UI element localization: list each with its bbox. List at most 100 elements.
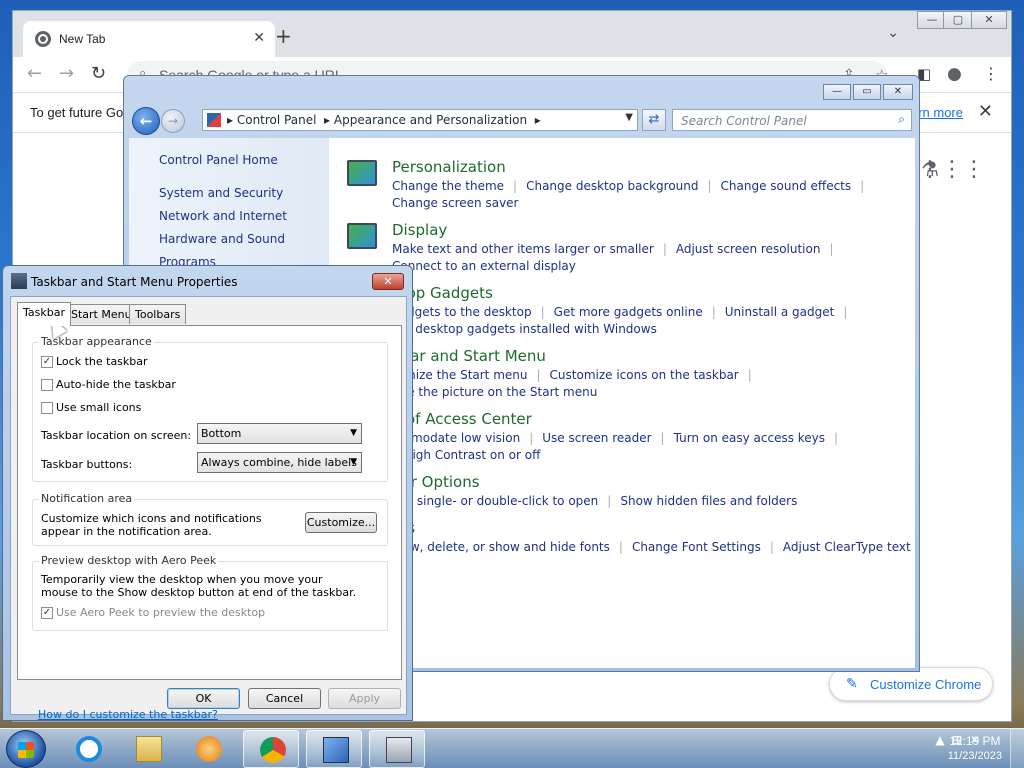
cp-close-button[interactable]: ✕ xyxy=(883,84,913,100)
category-links: Change the theme | Change desktop backgrou… xyxy=(392,179,865,210)
taskbar-pin-control-panel[interactable] xyxy=(306,730,362,768)
chrome-close-button[interactable]: ✕ xyxy=(971,11,1007,29)
learn-more-link[interactable]: rn more xyxy=(918,105,963,120)
link-get-more-gadgets[interactable]: Get more gadgets online xyxy=(554,305,703,319)
tab-toolbars[interactable]: Toolbars xyxy=(129,304,187,324)
link-change-font-settings[interactable]: Change Font Settings xyxy=(632,540,761,554)
notification-group: Notification area Customize which icons … xyxy=(32,492,388,546)
tab-taskbar[interactable]: Taskbar xyxy=(17,302,71,326)
cp-refresh-button[interactable]: ⇄ xyxy=(642,109,666,131)
category-title[interactable]: Personalization xyxy=(392,158,506,176)
cp-forward-button[interactable]: → xyxy=(161,109,185,133)
category-links: gadgets to the desktop | Get more gadgets … xyxy=(392,305,848,336)
group-label: Preview desktop with Aero Peek xyxy=(39,554,219,567)
cp-maximize-button[interactable]: ▭ xyxy=(853,84,881,100)
category-links: ommodate low vision | Use screen reader | Tu… xyxy=(392,431,839,462)
link-single-double-click[interactable]: cify single- or double-click to open xyxy=(392,494,598,508)
nav-control-panel-home[interactable]: Control Panel Home xyxy=(159,153,278,167)
customize-button[interactable]: Customize... xyxy=(305,512,377,533)
nav-network-and-internet[interactable]: Network and Internet xyxy=(159,209,287,223)
taskbar-pin-taskbar-properties[interactable] xyxy=(369,730,425,768)
ok-button[interactable]: OK xyxy=(167,688,240,709)
taskbar-pin-chrome[interactable] xyxy=(243,730,299,768)
chrome-maximize-button[interactable]: ▢ xyxy=(943,11,973,29)
tab-search-chevron-icon[interactable]: ⌄ xyxy=(887,25,899,41)
taskbar-clock[interactable]: 12:19 PM 11/23/2023 xyxy=(948,734,1002,762)
taskbar-pin-explorer[interactable] xyxy=(120,730,176,768)
buttons-select[interactable]: Always combine, hide labels ▼ xyxy=(197,452,362,473)
taskbar-pin-media-player[interactable] xyxy=(180,730,236,768)
chrome-menu-icon[interactable]: ⋮ xyxy=(983,64,999,83)
link-adjust-cleartype[interactable]: Adjust ClearType text xyxy=(783,540,911,554)
dialog-close-button[interactable]: ✕ xyxy=(372,273,404,290)
help-link[interactable]: How do I customize the taskbar? xyxy=(38,708,218,721)
infobar-close-icon[interactable]: ✕ xyxy=(978,101,993,122)
taskbar-properties-icon xyxy=(386,737,412,763)
dialog-face: Taskbar Start Menu Toolbars Taskbar appe… xyxy=(10,296,407,721)
show-desktop-button[interactable] xyxy=(1010,729,1024,768)
close-tab-icon[interactable]: ✕ xyxy=(253,30,265,46)
link-change-theme[interactable]: Change the theme xyxy=(392,179,504,193)
category-title[interactable]: Display xyxy=(392,221,447,239)
control-panel-icon xyxy=(207,113,221,127)
link-high-contrast[interactable]: n High Contrast on or off xyxy=(392,448,540,462)
location-label: Taskbar location on screen: xyxy=(41,429,192,442)
link-make-text-larger[interactable]: Make text and other items larger or smal… xyxy=(392,242,654,256)
start-button[interactable] xyxy=(6,730,46,768)
cp-minimize-button[interactable]: — xyxy=(823,84,851,100)
profile-avatar-icon[interactable]: ● xyxy=(947,64,962,84)
cp-back-button[interactable]: ← xyxy=(132,107,160,135)
link-adjust-resolution[interactable]: Adjust screen resolution xyxy=(676,242,821,256)
lock-taskbar-checkbox[interactable]: ✓ Lock the taskbar xyxy=(41,355,148,368)
back-icon[interactable]: ← xyxy=(27,63,42,84)
dialog-title: Taskbar and Start Menu Properties xyxy=(31,275,238,289)
category-links: cify single- or double-click to open | Sho… xyxy=(392,494,798,508)
link-customize-taskbar-icons[interactable]: Customize icons on the taskbar xyxy=(550,368,739,382)
link-change-desktop-background[interactable]: Change desktop background xyxy=(526,179,698,193)
customize-chrome-button[interactable]: ✎ Customize Chrome xyxy=(829,667,993,701)
category-links: view, delete, or show and hide fonts | Cha… xyxy=(392,540,911,554)
new-tab-icon[interactable]: + xyxy=(275,24,292,48)
chrome-tab-new-tab[interactable]: New Tab ✕ xyxy=(23,21,275,57)
breadcrumb-control-panel[interactable]: Control Panel xyxy=(237,113,317,127)
taskbar-pin-ie[interactable] xyxy=(60,730,116,768)
nav-system-and-security[interactable]: System and Security xyxy=(159,186,283,200)
pencil-icon: ✎ xyxy=(846,676,858,692)
chrome-tabstrip: New Tab ✕ + ⌄ — ▢ ✕ xyxy=(13,11,1011,57)
link-change-sound-effects[interactable]: Change sound effects xyxy=(721,179,852,193)
google-apps-icon[interactable]: ⋮⋮⋮ xyxy=(919,157,985,182)
link-uninstall-gadget[interactable]: Uninstall a gadget xyxy=(725,305,835,319)
checkmark-icon: ✓ xyxy=(41,607,53,619)
link-screen-reader[interactable]: Use screen reader xyxy=(542,431,651,445)
cp-search-input[interactable]: Search Control Panel ⌕ xyxy=(672,109,912,131)
location-select[interactable]: Bottom ▼ xyxy=(197,423,362,444)
link-change-screen-saver[interactable]: Change screen saver xyxy=(392,196,519,210)
cp-address-bar[interactable]: ▸ Control Panel ▸ Appearance and Persona… xyxy=(202,109,638,131)
reload-icon[interactable]: ↻ xyxy=(91,63,106,84)
nav-hardware-and-sound[interactable]: Hardware and Sound xyxy=(159,232,285,246)
breadcrumb-appearance[interactable]: Appearance and Personalization xyxy=(334,113,527,127)
category-links: Make text and other items larger or smal… xyxy=(392,242,834,273)
link-change-start-picture[interactable]: nge the picture on the Start menu xyxy=(392,385,597,399)
customize-chrome-label: Customize Chrome xyxy=(870,677,982,692)
cancel-button[interactable]: Cancel xyxy=(248,688,321,709)
link-preview-fonts[interactable]: view, delete, or show and hide fonts xyxy=(392,540,610,554)
appearance-group: Taskbar appearance ✓ Lock the taskbar Aut… xyxy=(32,335,388,482)
apply-button[interactable]: Apply xyxy=(328,688,401,709)
link-connect-external-display[interactable]: Connect to an external display xyxy=(392,259,576,273)
category-links: tomize the Start menu | Customize icons on… xyxy=(392,368,752,399)
tab-start-menu[interactable]: Start Menu xyxy=(65,304,138,324)
small-icons-checkbox[interactable]: Use small icons xyxy=(41,401,141,414)
link-show-hidden-files[interactable]: Show hidden files and folders xyxy=(620,494,797,508)
aero-peek-checkbox[interactable]: ✓ Use Aero Peek to preview the desktop xyxy=(41,606,265,619)
forward-icon[interactable]: → xyxy=(59,63,74,84)
auto-hide-checkbox[interactable]: Auto-hide the taskbar xyxy=(41,378,176,391)
category-title[interactable]: kbar and Start Menu xyxy=(392,347,546,365)
address-dropdown-icon[interactable]: ▼ xyxy=(625,112,633,123)
control-panel-icon xyxy=(323,737,349,763)
media-player-icon xyxy=(196,736,222,762)
link-easy-access-keys[interactable]: Turn on easy access keys xyxy=(674,431,825,445)
infobar-text: To get future Go xyxy=(30,105,124,120)
aero-peek-description: Temporarily view the desktop when you mo… xyxy=(41,573,357,599)
link-restore-gadgets[interactable]: ore desktop gadgets installed with Windo… xyxy=(392,322,657,336)
